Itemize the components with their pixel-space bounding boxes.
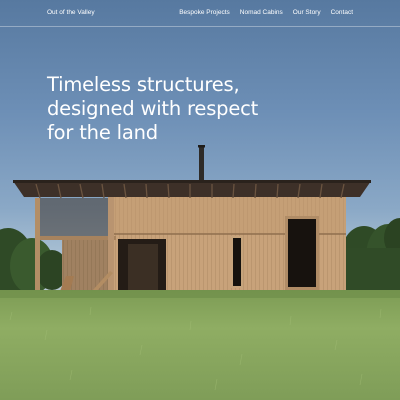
nav-link-contact[interactable]: Contact	[331, 9, 353, 16]
chimney	[199, 146, 204, 183]
cabin-roof	[13, 180, 371, 199]
nav-link-nomad-cabins[interactable]: Nomad Cabins	[240, 9, 283, 16]
nav-link-our-story[interactable]: Our Story	[293, 9, 321, 16]
meadow	[0, 290, 400, 400]
cabin	[35, 196, 346, 296]
main-nav: Bespoke Projects Nomad Cabins Our Story …	[179, 9, 353, 16]
hero-headline-line: Timeless structures,	[47, 73, 240, 96]
hero-headline-line: designed with respect	[47, 97, 259, 120]
top-navigation-bar: Out of the Valley Bespoke Projects Nomad…	[0, 0, 400, 27]
hero-section: Out of the Valley Bespoke Projects Nomad…	[0, 0, 400, 400]
hero-background-photo	[0, 145, 400, 400]
brand-logo-link[interactable]: Out of the Valley	[47, 9, 95, 16]
hero-headline: Timeless structures, designed with respe…	[47, 73, 347, 145]
nav-link-bespoke-projects[interactable]: Bespoke Projects	[179, 9, 230, 16]
hero-headline-line: for the land	[47, 121, 158, 144]
